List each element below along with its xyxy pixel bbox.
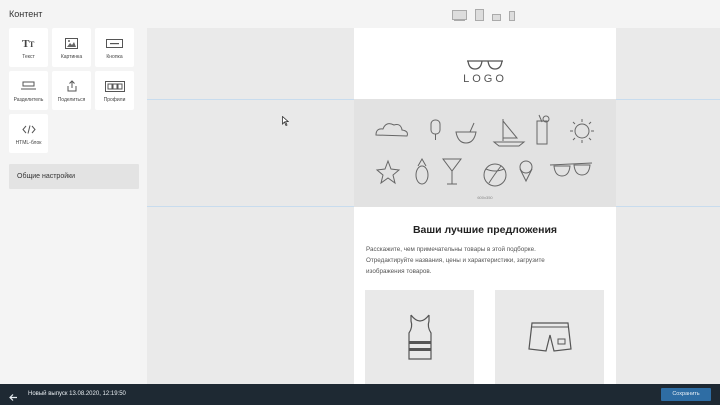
summer-icons-illustration <box>375 114 594 187</box>
block-label: Поделиться <box>57 97 86 103</box>
block-label: HTML-блок <box>15 140 42 146</box>
tablet-landscape-icon[interactable] <box>492 8 501 26</box>
text-icon: TT <box>22 36 36 50</box>
block-label: Текст <box>22 54 35 60</box>
panel-title: Контент <box>9 9 43 19</box>
logo-block[interactable]: LOGO <box>354 28 616 99</box>
issue-title[interactable]: Новый выпуск 13.08.2020, 12:19:50 <box>28 391 126 397</box>
divider-icon <box>21 79 36 93</box>
social-profiles-icon <box>104 79 125 93</box>
offer-headline[interactable]: Ваши лучшие предложения <box>354 224 616 236</box>
sunglasses-logo-icon <box>467 60 503 70</box>
product-card-swim-shorts[interactable] <box>495 290 604 384</box>
image-size-caption: 600x350 <box>477 195 493 200</box>
editor-window: Контент TT Текст Картинка Кнопка Раздели… <box>0 0 720 405</box>
block-html[interactable]: HTML-блок <box>9 114 48 153</box>
product-card-tank-top[interactable] <box>365 290 474 384</box>
offer-description[interactable]: Расскажите, чем примечательны товары в э… <box>366 244 578 277</box>
save-button[interactable]: Сохранить <box>661 388 711 401</box>
email-preview: LOGO 600x350 Ваши лучшие предложения Рас… <box>354 28 616 384</box>
block-image[interactable]: Картинка <box>52 28 91 67</box>
device-toggle-group <box>452 8 515 26</box>
swim-shorts-icon <box>527 322 572 352</box>
content-panel: Контент TT Текст Картинка Кнопка Раздели… <box>0 0 147 384</box>
block-profiles[interactable]: Профили <box>95 71 134 110</box>
block-label: Профили <box>103 97 126 103</box>
mobile-icon[interactable] <box>509 8 515 26</box>
tank-top-icon <box>407 314 432 360</box>
block-label: Кнопка <box>106 54 123 60</box>
button-icon <box>106 36 123 50</box>
block-share[interactable]: Поделиться <box>52 71 91 110</box>
code-icon <box>21 122 36 136</box>
tablet-icon[interactable] <box>475 8 484 26</box>
general-settings[interactable]: Общие настройки <box>9 164 139 189</box>
hero-image[interactable]: 600x350 <box>354 99 616 207</box>
block-label: Разделитель <box>13 97 44 103</box>
block-label: Картинка <box>60 54 83 60</box>
block-divider[interactable]: Разделитель <box>9 71 48 110</box>
block-text[interactable]: TT Текст <box>9 28 48 67</box>
back-arrow-icon[interactable] <box>9 389 18 405</box>
image-icon <box>65 36 78 50</box>
block-button[interactable]: Кнопка <box>95 28 134 67</box>
svg-text:T: T <box>29 40 35 49</box>
mouse-cursor-icon <box>282 113 290 131</box>
desktop-icon[interactable] <box>452 8 467 26</box>
share-icon <box>67 79 77 93</box>
bottom-bar: Новый выпуск 13.08.2020, 12:19:50 Сохран… <box>0 384 720 405</box>
logo-text: LOGO <box>463 73 507 85</box>
